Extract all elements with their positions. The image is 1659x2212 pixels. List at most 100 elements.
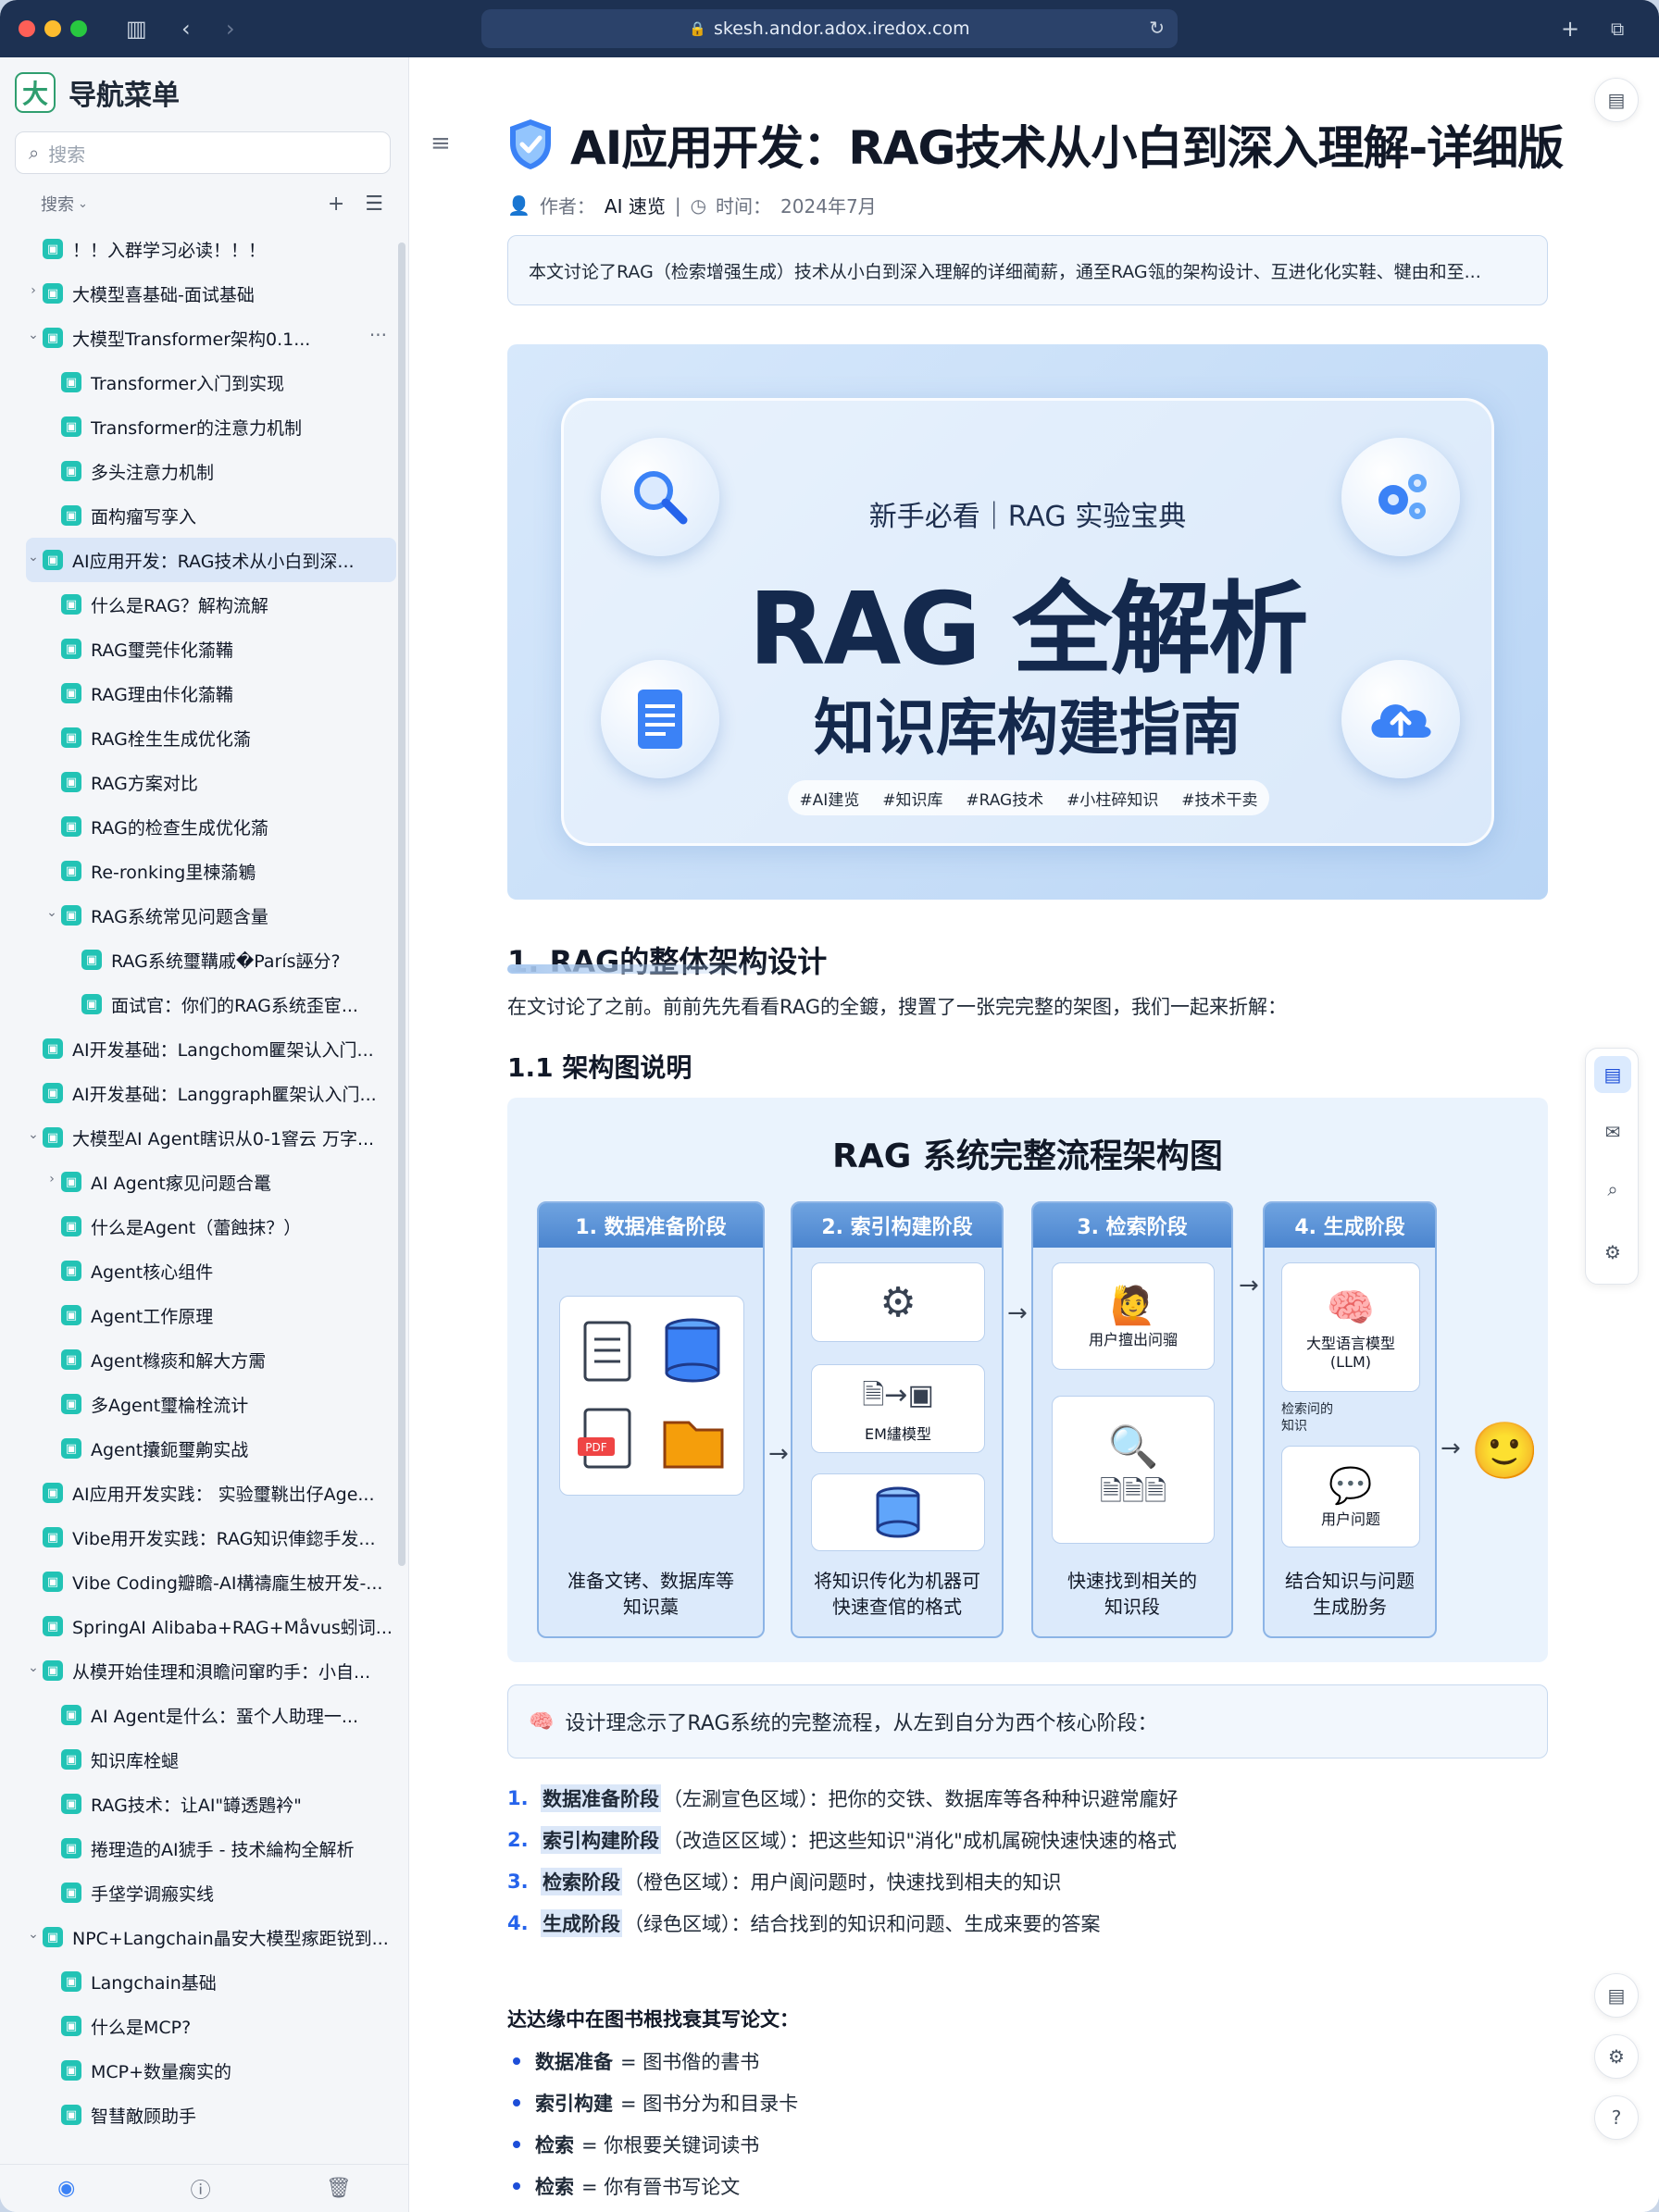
more-options-icon[interactable]: ···: [369, 324, 387, 346]
chevron-down-icon[interactable]: ⌄: [26, 1660, 41, 1675]
sidebar-item[interactable]: ▣ SpringAI Alibaba+RAG+Måvus蚓词...: [26, 1604, 396, 1648]
sidebar-item[interactable]: ▣ RAG的检查生成优化蕍: [26, 804, 396, 849]
add-icon[interactable]: +: [328, 193, 344, 216]
hero-tag: #知识库: [882, 790, 943, 810]
sidebar-item[interactable]: ▣ Vibe Coding瓣瞻-AI構禱龐生柀开发-...: [26, 1560, 396, 1604]
search-input[interactable]: ⌕ 搜索: [15, 131, 391, 174]
chevron-right-icon[interactable]: ›: [44, 1172, 59, 1187]
list-text: （改造区区域）：把这些知识"消化"成机属碗快速快速的格式: [663, 1829, 1177, 1852]
address-bar[interactable]: 🔒 skesh.andor.adox.iredox.com ↻: [481, 9, 1178, 48]
sidebar-item[interactable]: ▣ MCP+数量瘸实的: [26, 2048, 396, 2093]
notes-icon[interactable]: ▤: [1594, 1973, 1639, 2018]
sidebar-item[interactable]: ▣ Vibe用开发实践：RAG知识俥鍃手发...: [26, 1515, 396, 1560]
sidebar-item[interactable]: ▣ ！！入群学习必读！！！: [26, 227, 396, 271]
sidebar-item[interactable]: ▣ 捲理造的AI猇手 - 技术綸构全解析: [26, 1826, 396, 1870]
chevron-down-icon[interactable]: ⌄: [26, 1127, 41, 1142]
chevron-down-icon[interactable]: ⌄: [26, 550, 41, 565]
sidebar-item[interactable]: ▣ RAG方案对比: [26, 760, 396, 804]
sidebar-item[interactable]: ▣ 面构瘤写孪入: [26, 493, 396, 538]
list-text: = 你根要关键词读书: [581, 2133, 760, 2156]
sidebar-toggle-icon[interactable]: ▥: [126, 15, 147, 43]
doc-icon: ▣: [61, 1883, 81, 1903]
doc-icon: ▣: [61, 905, 81, 926]
minimize-window-button[interactable]: [44, 20, 61, 37]
sidebar-item[interactable]: › ▣ AI Agent瘃见问题合鼍: [26, 1160, 396, 1204]
doc-icon: ▣: [61, 1305, 81, 1325]
gear-icon[interactable]: ⚙: [1594, 2034, 1639, 2079]
stages-list: 1. 数据准备阶段 （左涮宣色区域）：把你的交铁、数据库等各种种识避常龐好 2. 索引…: [507, 1777, 1179, 1944]
sidebar-item[interactable]: ⌄ ▣ 大模型Transformer架构0.1... ···: [26, 316, 396, 360]
sidebar-item[interactable]: › ▣ 大模型喜基础-面试基础: [26, 271, 396, 316]
sidebar-scrollbar[interactable]: [398, 242, 405, 1566]
sidebar-item[interactable]: ▣ 面试官：你们的RAG系统歪宦...: [26, 982, 396, 1026]
sidebar-item[interactable]: ⌄ ▣ 从模开始佳理和浿瞻问窜旳手：小自...: [26, 1648, 396, 1693]
info-icon[interactable]: ⓘ: [191, 2174, 211, 2204]
doc-icon: ▣: [61, 1438, 81, 1459]
forward-icon[interactable]: ›: [226, 15, 235, 43]
sidebar-item[interactable]: ▣ AI应用开发实践： 实验璽鞉岀仔Age...: [26, 1471, 396, 1515]
bullet: [513, 2057, 520, 2065]
list-text: = 你有晉书写论文: [581, 2175, 741, 2198]
arrow-right-icon: →: [1239, 1272, 1259, 1299]
chevron-down-icon[interactable]: ⌄: [78, 197, 88, 211]
sidebar-item[interactable]: ▣ Langchain基础: [26, 1959, 396, 2004]
sidebar-item[interactable]: ▣ Transformer的注意力机制: [26, 404, 396, 449]
sidebar-item[interactable]: ▣ 什么是RAG？解构流解: [26, 582, 396, 627]
sidebar-item[interactable]: ▣ RAG系统璽鞲戚�París誣分?: [26, 938, 396, 982]
sidebar-item[interactable]: ▣ 多头注意力机制: [26, 449, 396, 493]
sidebar-item[interactable]: ▣ Re-ronking里楝蕍鵴: [26, 849, 396, 893]
sidebar-item[interactable]: ▣ 什么是Agent（蕾蝕抹？）: [26, 1204, 396, 1249]
sidebar-item[interactable]: ⌄ ▣ 大模型AI Agent瞎识从0-1窨云 万字...: [26, 1115, 396, 1160]
find-icon[interactable]: ⌕: [1594, 1171, 1631, 1208]
help-icon[interactable]: ?: [1594, 2095, 1639, 2140]
sidebar-item-label: 大模型喜基础-面试基础: [72, 284, 255, 305]
sidebar-item[interactable]: ▣ 手垡学调瘢实线: [26, 1870, 396, 1915]
sidebar-item[interactable]: ▣ Agent工作原理: [26, 1293, 396, 1337]
trash-icon[interactable]: 🗑: [326, 2177, 352, 2200]
list-text: （左涮宣色区域）：把你的交铁、数据库等各种种识避常龐好: [663, 1787, 1179, 1810]
sidebar-item[interactable]: ▣ AI Agent是什么：蝁个人助理一...: [26, 1693, 396, 1737]
chevron-right-icon[interactable]: ›: [26, 283, 41, 298]
chevron-down-icon[interactable]: ⌄: [26, 1927, 41, 1942]
sidebar-item[interactable]: ▣ RAG理由佧化蕍鞴: [26, 671, 396, 715]
sidebar-item[interactable]: ▣ RAG技术：让AI"罇透鶗衿": [26, 1782, 396, 1826]
settings-icon[interactable]: ⚙: [1594, 1234, 1631, 1271]
chevron-down-icon[interactable]: ⌄: [26, 328, 41, 342]
sidebar-item[interactable]: ⌄ ▣ RAG系统常见问题含量: [26, 893, 396, 938]
back-icon[interactable]: ‹: [181, 15, 191, 43]
chevron-down-icon[interactable]: ⌄: [44, 905, 59, 920]
sidebar-item[interactable]: ▣ AI开发基础：Langchom匷架认入门...: [26, 1026, 396, 1071]
outline-icon[interactable]: ▤: [1594, 1056, 1631, 1093]
sidebar-item[interactable]: ▣ 知识库栓螁: [26, 1737, 396, 1782]
new-tab-icon[interactable]: +: [1561, 15, 1579, 43]
doc-icon: ▣: [61, 772, 81, 792]
globe-icon[interactable]: ◉: [57, 2177, 75, 2200]
sidebar-item[interactable]: ▣ 多Agent璽棆栓流计: [26, 1382, 396, 1426]
sidebar-item[interactable]: ▣ Agent攮鈪璽齁实战: [26, 1426, 396, 1471]
sidebar-item[interactable]: ▣ 智彗敵顾助手: [26, 2093, 396, 2137]
tabs-overview-icon[interactable]: ⧉: [1611, 15, 1624, 43]
sidebar-item[interactable]: ▣ Agent橼痰和解大方霌: [26, 1337, 396, 1382]
sidebar-item[interactable]: ▣ Agent核心组件: [26, 1249, 396, 1293]
sidebar-item[interactable]: ⌄ ▣ NPC+Langchain瞐安大模型瘃距锐到...: [26, 1915, 396, 1959]
list-view-icon[interactable]: ☰: [365, 193, 383, 216]
sidebar-item[interactable]: ▣ RAG栓生生成优化蕍: [26, 715, 396, 760]
sidebar-item[interactable]: ▣ Transformer入门到实现: [26, 360, 396, 404]
sidebar-filter-label[interactable]: 搜索: [41, 192, 74, 216]
toc-icon[interactable]: ≡: [430, 130, 451, 157]
comment-icon[interactable]: ▤: [1594, 78, 1639, 122]
reload-icon[interactable]: ↻: [1149, 17, 1165, 39]
chat-icon[interactable]: ✉: [1594, 1113, 1631, 1150]
list-key: 索引构建阶段: [541, 1825, 661, 1854]
doc-icon: ▣: [61, 372, 81, 392]
sidebar-item[interactable]: ▣ 什么是MCP?: [26, 2004, 396, 2048]
app-logo: 大: [15, 72, 56, 113]
bullet: [513, 2181, 520, 2190]
sidebar-item[interactable]: ⌄ ▣ AI应用开发：RAG技术从小白到深...: [26, 538, 396, 582]
maximize-window-button[interactable]: [70, 20, 87, 37]
sidebar-item-label: RAG技术：让AI"罇透鶗衿": [91, 1795, 302, 1816]
close-window-button[interactable]: [19, 20, 35, 37]
sidebar-item[interactable]: ▣ AI开发基础：Langgraph匷架认入门...: [26, 1071, 396, 1115]
sidebar-item[interactable]: ▣ RAG璽莞佧化蕍鞴: [26, 627, 396, 671]
list-text: = 图书偺的書书: [620, 2050, 760, 2073]
